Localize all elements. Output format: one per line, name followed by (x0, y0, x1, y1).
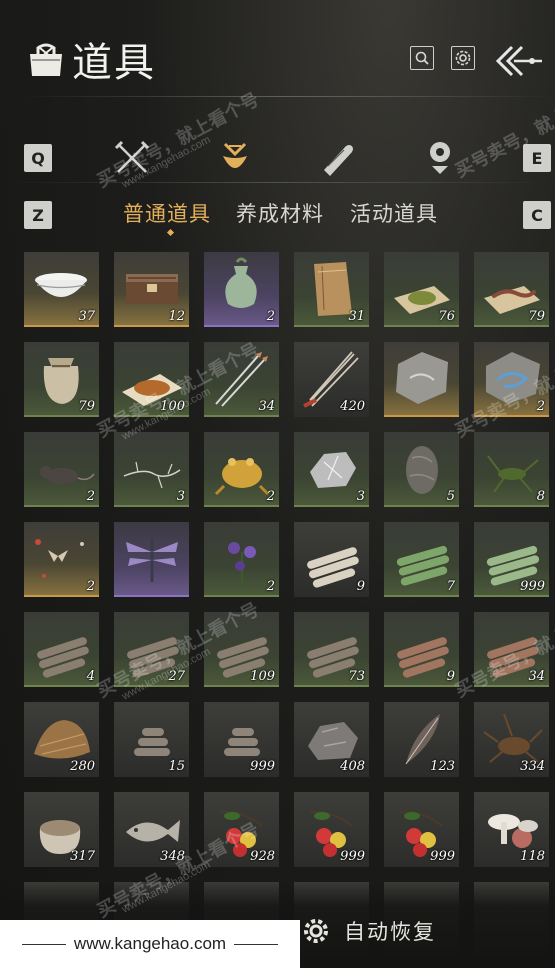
item-count: 999 (520, 579, 545, 594)
banner-line-right (234, 943, 279, 945)
item-count: 76 (438, 309, 455, 324)
item-count: 928 (250, 849, 275, 864)
prev-subtab-key[interactable]: Z (24, 201, 52, 229)
item-slot[interactable]: 3 (114, 432, 189, 507)
item-slot[interactable]: 999 (384, 792, 459, 867)
item-count: 317 (70, 849, 95, 864)
item-count: 123 (430, 759, 455, 774)
item-count: 2 (266, 489, 275, 504)
page-title: 道具 (72, 40, 156, 86)
settings-button[interactable] (451, 46, 475, 70)
item-slot[interactable]: 79 (474, 252, 549, 327)
pouch-icon[interactable] (215, 140, 255, 176)
site-url: www.kangehao.com (73, 934, 227, 953)
settings-icon (455, 50, 471, 66)
item-slot[interactable]: 73 (294, 612, 369, 687)
item-count: 408 (340, 759, 365, 774)
item-slot[interactable]: 12 (114, 252, 189, 327)
item-slot[interactable]: 31 (294, 252, 369, 327)
item-slot[interactable]: 123 (384, 702, 459, 777)
category-divider (0, 182, 555, 183)
search-button[interactable] (410, 46, 434, 70)
item-count: 73 (348, 669, 365, 684)
item-count: 34 (258, 399, 275, 414)
item-count: 3 (356, 489, 365, 504)
bag-icon (30, 43, 62, 76)
item-count: 15 (168, 759, 185, 774)
item-slot[interactable]: 4 (24, 612, 99, 687)
item-count: 334 (520, 759, 545, 774)
item-slot[interactable]: 999 (474, 522, 549, 597)
item-count: 79 (78, 399, 95, 414)
item-count: 7 (446, 579, 455, 594)
item-count: 3 (176, 489, 185, 504)
item-slot[interactable]: 9 (384, 612, 459, 687)
gear-icon (304, 919, 328, 943)
dragonfly-icon (126, 538, 178, 582)
item-slot[interactable]: 334 (474, 702, 549, 777)
subtab-event-items[interactable]: 活动道具 (350, 198, 438, 228)
item-count: 999 (250, 759, 275, 774)
item-count: 999 (430, 849, 455, 864)
item-slot[interactable]: 2 (204, 252, 279, 327)
auto-recover-button[interactable]: 自动恢复 (302, 916, 436, 946)
item-count: 34 (528, 669, 545, 684)
item-count: 5 (446, 489, 455, 504)
item-count: 79 (528, 309, 545, 324)
item-count: 37 (78, 309, 95, 324)
item-slot[interactable]: 420 (294, 342, 369, 417)
item-slot[interactable]: 3 (294, 432, 369, 507)
item-slot[interactable]: 76 (384, 252, 459, 327)
item-count: 280 (70, 759, 95, 774)
prev-category-key[interactable]: Q (24, 144, 52, 172)
item-slot[interactable]: 999 (204, 702, 279, 777)
fossil-stone-icon (396, 352, 448, 404)
item-slot[interactable]: 79 (24, 342, 99, 417)
item-count: 2 (86, 579, 95, 594)
item-count: 8 (536, 489, 545, 504)
item-count: 420 (340, 399, 365, 414)
item-slot[interactable]: 5 (384, 432, 459, 507)
item-slot[interactable]: 2 (24, 432, 99, 507)
item-count: 2 (266, 309, 275, 324)
item-slot[interactable] (384, 342, 459, 417)
item-slot[interactable]: 317 (24, 792, 99, 867)
item-slot[interactable]: 2 (204, 522, 279, 597)
auto-recover-label: 自动恢复 (344, 920, 436, 944)
search-icon (415, 51, 429, 65)
item-count: 12 (168, 309, 185, 324)
item-slot[interactable]: 7 (384, 522, 459, 597)
header: 道具 (0, 0, 555, 125)
item-count: 9 (356, 579, 365, 594)
item-slot[interactable]: 37 (24, 252, 99, 327)
item-count: 109 (250, 669, 275, 684)
item-slot[interactable]: 280 (24, 702, 99, 777)
scroll-icon[interactable] (318, 140, 358, 176)
site-banner: www.kangehao.com (0, 920, 300, 968)
item-slot[interactable]: 999 (294, 792, 369, 867)
item-count: 31 (348, 309, 365, 324)
item-slot[interactable]: 9 (294, 522, 369, 597)
header-divider (20, 96, 555, 97)
item-count: 118 (520, 849, 545, 864)
item-slot[interactable]: 2 (24, 522, 99, 597)
next-subtab-key[interactable]: C (523, 201, 551, 229)
item-count: 2 (86, 489, 95, 504)
back-icon[interactable] (492, 44, 546, 78)
item-slot[interactable]: 2 (204, 432, 279, 507)
banner-line-left (21, 943, 66, 945)
item-count: 2 (266, 579, 275, 594)
item-slot[interactable]: 15 (114, 702, 189, 777)
subtab-normal-items[interactable]: 普通道具 (123, 198, 211, 228)
item-count: 999 (340, 849, 365, 864)
subtab-materials[interactable]: 养成材料 (236, 198, 324, 228)
item-slot[interactable]: 118 (474, 792, 549, 867)
item-slot[interactable]: 408 (294, 702, 369, 777)
item-slot[interactable]: 8 (474, 432, 549, 507)
item-slot[interactable] (114, 522, 189, 597)
